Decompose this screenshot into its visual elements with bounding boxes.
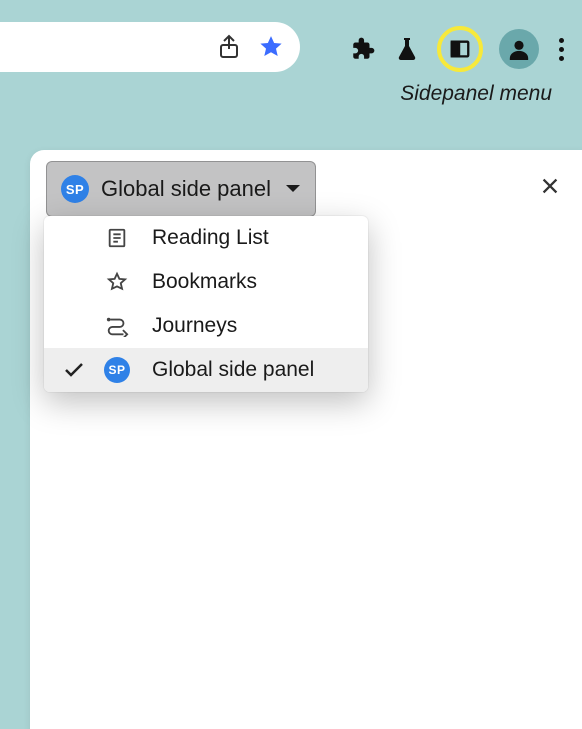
viewport: Sidepanel menu SP Global side panel [0, 0, 582, 729]
extensions-icon[interactable] [349, 35, 377, 63]
side-panel-selector-label: Global side panel [101, 176, 271, 202]
side-panel-header: SP Global side panel [30, 150, 582, 223]
dropdown-item-label: Global side panel [152, 358, 314, 382]
dropdown-item-label: Reading List [152, 226, 269, 250]
sp-badge-icon: SP [61, 175, 89, 203]
toolbar-actions [349, 26, 568, 72]
address-bar[interactable] [0, 22, 300, 72]
reading-list-icon [104, 225, 130, 251]
dropdown-item-global-side-panel[interactable]: SP Global side panel [44, 348, 368, 392]
share-icon[interactable] [218, 34, 240, 60]
journeys-icon [104, 313, 130, 339]
dropdown-item-label: Bookmarks [152, 270, 257, 294]
dropdown-item-bookmarks[interactable]: Bookmarks [44, 260, 368, 304]
dropdown-item-journeys[interactable]: Journeys [44, 304, 368, 348]
close-button[interactable] [536, 172, 564, 200]
chrome-menu-icon[interactable] [555, 38, 568, 61]
bookmark-star-icon[interactable] [258, 34, 284, 60]
side-panel-dropdown: Reading List Bookmarks Journeys [44, 216, 368, 392]
dropdown-item-reading-list[interactable]: Reading List [44, 216, 368, 260]
profile-avatar[interactable] [499, 29, 539, 69]
annotation-caption: Sidepanel menu [400, 82, 552, 106]
browser-toolbar [0, 0, 582, 76]
chevron-down-icon [285, 184, 301, 194]
sidepanel-button-highlighted[interactable] [437, 26, 483, 72]
labs-flask-icon[interactable] [393, 35, 421, 63]
check-icon [62, 358, 86, 382]
side-panel-selector[interactable]: SP Global side panel [46, 161, 316, 217]
sp-badge-icon: SP [104, 357, 130, 383]
star-outline-icon [104, 269, 130, 295]
dropdown-item-label: Journeys [152, 314, 237, 338]
